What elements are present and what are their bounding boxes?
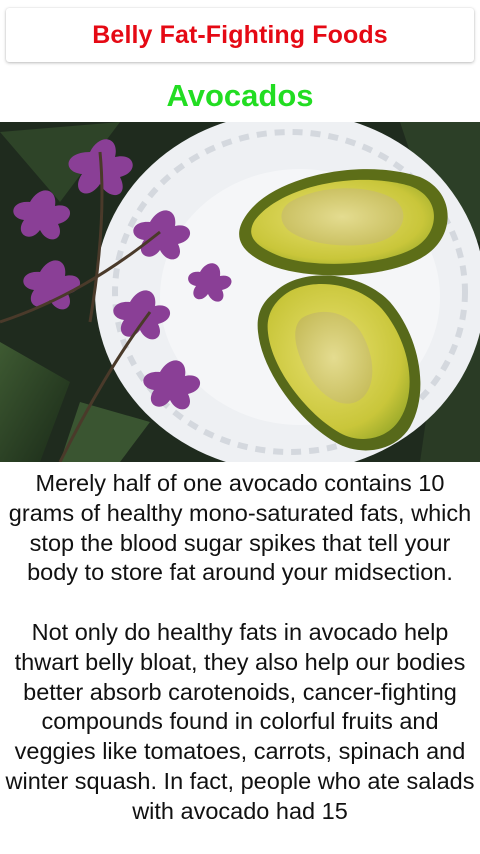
article-body: Merely half of one avocado contains 10 g… bbox=[4, 469, 476, 827]
paragraph-2: Not only do healthy fats in avocado help… bbox=[5, 618, 475, 824]
avocado-photo bbox=[0, 122, 480, 462]
page-title: Belly Fat-Fighting Foods bbox=[92, 20, 388, 49]
paragraph-1: Merely half of one avocado contains 10 g… bbox=[8, 470, 472, 586]
food-heading: Avocados bbox=[166, 78, 314, 113]
title-card: Belly Fat-Fighting Foods bbox=[6, 8, 474, 62]
